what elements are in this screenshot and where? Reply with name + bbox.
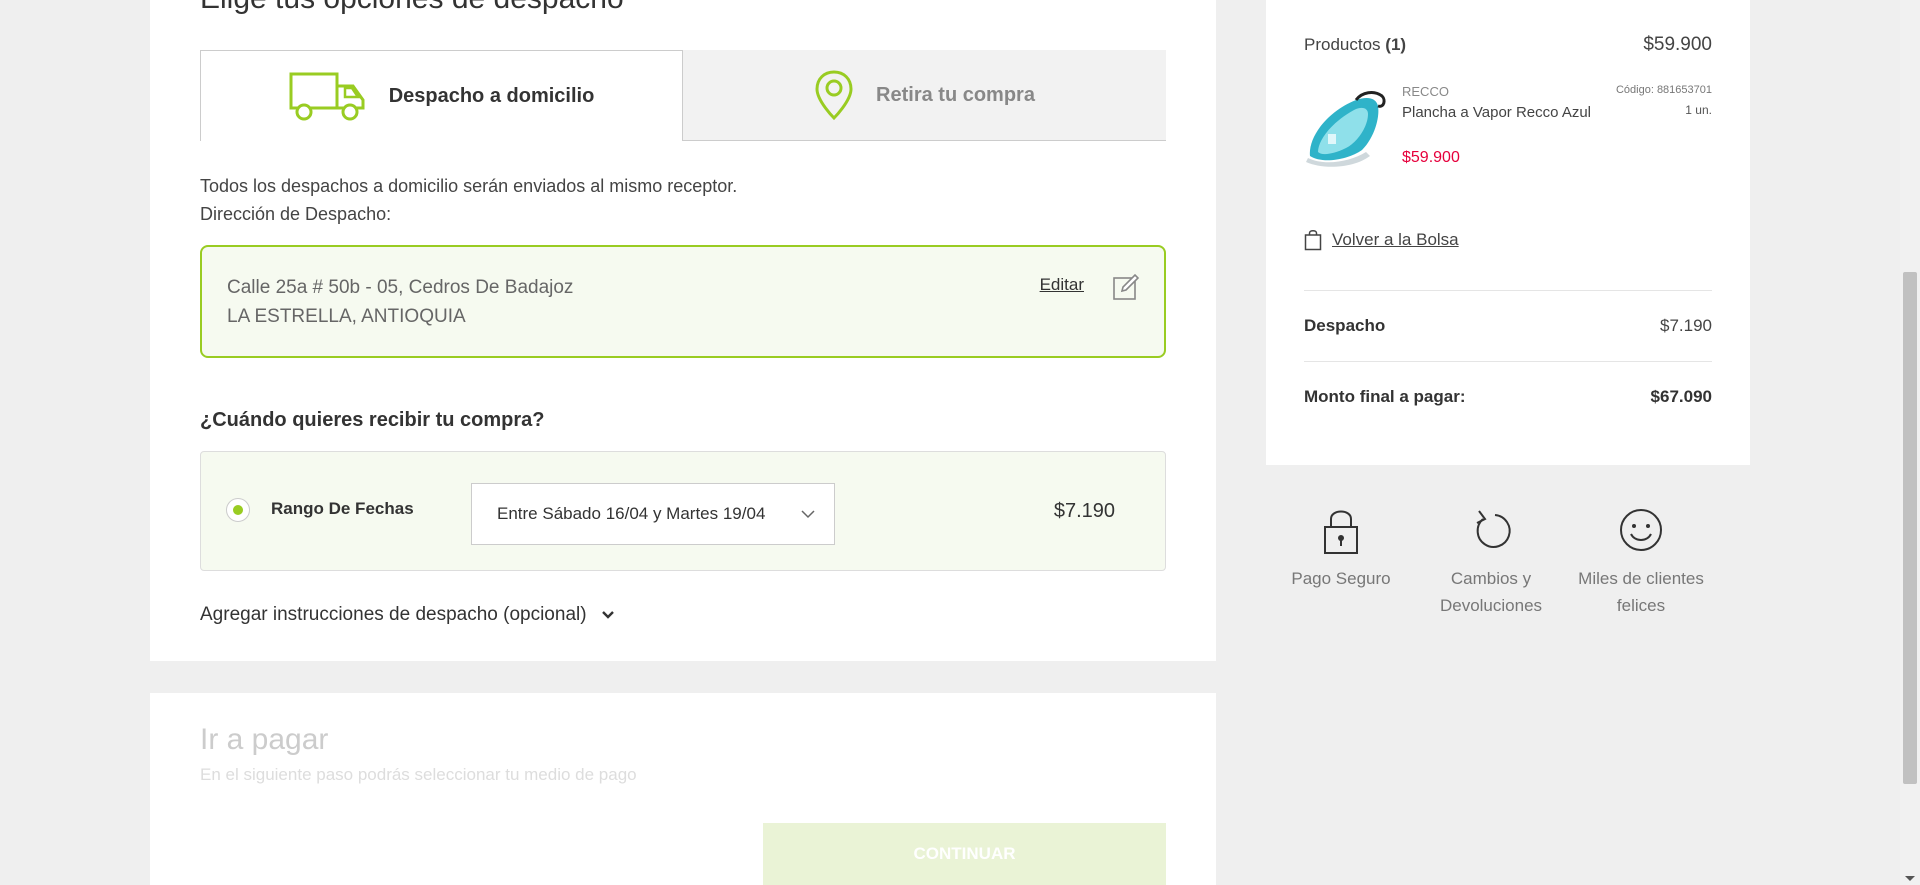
badge-label: Cambios y Devoluciones	[1439, 569, 1543, 615]
product-code: Código: 881653701	[1615, 84, 1712, 96]
scroll-down-arrow[interactable]	[1905, 876, 1915, 881]
date-range-radio[interactable]	[226, 498, 250, 522]
summary-divider	[1304, 361, 1712, 362]
truck-icon	[289, 72, 365, 121]
payment-title: Ir a pagar	[200, 723, 329, 756]
delivery-option: Rango De Fechas Entre Sábado 16/04 y Mar…	[200, 451, 1166, 571]
add-instructions-label: Agregar instrucciones de despacho (opcio…	[200, 604, 587, 625]
badge-secure-payment: Pago Seguro	[1266, 505, 1416, 592]
tab-home-delivery[interactable]: Despacho a domicilio	[200, 50, 683, 141]
products-total: $59.900	[1643, 34, 1712, 55]
refresh-icon	[1476, 510, 1511, 548]
tab-pickup[interactable]: Retira tu compra	[683, 50, 1166, 141]
address-line-1: Calle 25a # 50b - 05, Cedros De Badajoz	[227, 277, 574, 298]
payment-subtitle: En el siguiente paso podrás seleccionar …	[200, 765, 637, 784]
payment-card: Ir a pagar En el siguiente paso podrás s…	[150, 693, 1216, 885]
edit-address-link[interactable]: Editar	[1040, 275, 1084, 295]
date-range-value: Entre Sábado 16/04 y Martes 19/04	[497, 504, 766, 523]
product-image[interactable]	[1304, 86, 1392, 170]
scrollbar-thumb[interactable]	[1903, 272, 1917, 784]
badge-label: Pago Seguro	[1291, 569, 1391, 588]
add-instructions-toggle[interactable]: Agregar instrucciones de despacho (opcio…	[200, 604, 615, 626]
product-name[interactable]: Plancha a Vapor Recco Azul	[1402, 104, 1591, 121]
back-to-bag-link[interactable]: Volver a la Bolsa	[1304, 229, 1459, 251]
badge-returns: Cambios y Devoluciones	[1416, 505, 1566, 619]
shipping-value: $7.190	[1660, 316, 1712, 335]
product-qty: 1 un.	[1685, 103, 1712, 117]
delivery-date-question: ¿Cuándo quieres recibir tu compra?	[200, 409, 545, 431]
date-range-price: $7.190	[1053, 500, 1115, 522]
products-row: Productos (1) $59.900	[1304, 34, 1712, 56]
delivery-tabs: Despacho a domicilio Retira tu compra	[200, 50, 1166, 141]
order-summary: Productos (1) $59.900 RECCO Plancha a Va…	[1266, 0, 1750, 465]
trust-badges: Pago Seguro Cambios y Devoluciones Miles…	[1266, 505, 1750, 625]
address-line-2: LA ESTRELLA, ANTIOQUIA	[227, 306, 466, 327]
products-count: (1)	[1385, 35, 1407, 54]
badge-happy-customers: Miles de clientes felices	[1566, 505, 1716, 619]
shopping-bag-icon	[1304, 230, 1322, 251]
date-range-select[interactable]: Entre Sábado 16/04 y Martes 19/04	[471, 483, 835, 545]
total-label: Monto final a pagar:	[1304, 387, 1466, 406]
products-label-group: Productos (1)	[1304, 35, 1406, 55]
edit-icon[interactable]	[1112, 273, 1140, 301]
tab-home-delivery-label: Despacho a domicilio	[388, 84, 595, 107]
total-row: Monto final a pagar: $67.090	[1304, 387, 1712, 407]
section-title: Elige tus opciones de despacho	[200, 0, 624, 16]
lock-icon	[1324, 510, 1358, 554]
chevron-down-icon	[801, 510, 815, 519]
smiley-icon	[1620, 509, 1662, 551]
delivery-note: Todos los despachos a domicilio serán en…	[200, 176, 738, 196]
continue-button[interactable]: CONTINUAR	[763, 823, 1166, 885]
date-range-label: Rango De Fechas	[271, 499, 414, 518]
shipping-label: Despacho	[1304, 316, 1386, 335]
page-scrollbar[interactable]	[1900, 0, 1920, 885]
chevron-down-icon	[601, 611, 614, 619]
product-price: $59.900	[1402, 149, 1460, 166]
delivery-options-card: Elige tus opciones de despacho Despacho …	[150, 0, 1216, 661]
back-to-bag-label: Volver a la Bolsa	[1332, 230, 1459, 249]
tab-pickup-label: Retira tu compra	[876, 83, 1035, 106]
products-label: Productos	[1304, 35, 1381, 54]
product-brand: RECCO	[1402, 84, 1449, 99]
summary-divider	[1304, 290, 1712, 291]
shipping-row: Despacho $7.190	[1304, 316, 1712, 336]
address-heading: Dirección de Despacho:	[200, 204, 392, 224]
total-value: $67.090	[1650, 387, 1712, 406]
map-pin-icon	[815, 70, 853, 121]
address-box: Calle 25a # 50b - 05, Cedros De Badajoz …	[200, 245, 1166, 358]
badge-label: Miles de clientes felices	[1578, 569, 1704, 615]
